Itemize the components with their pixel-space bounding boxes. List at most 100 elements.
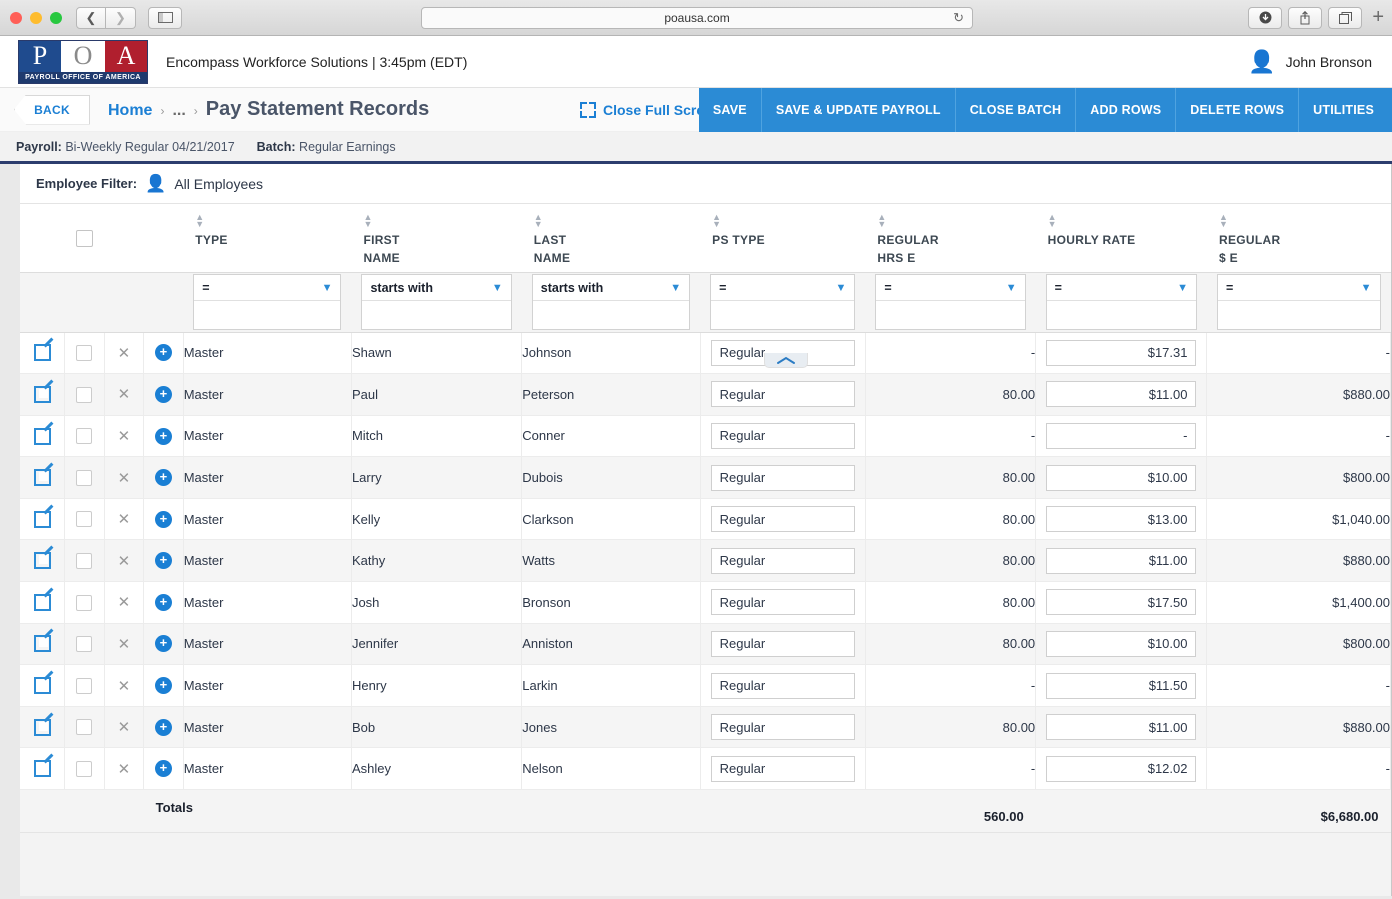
header-col-first-name[interactable]: ▲ ▼ FIRST NAME — [351, 204, 522, 273]
row-add-cell[interactable]: + — [143, 747, 184, 791]
edit-pencil-icon[interactable] — [33, 760, 51, 778]
tab-overview-icon[interactable] — [1328, 6, 1363, 29]
minimize-window-button[interactable] — [30, 11, 42, 24]
hourly-rate-input[interactable]: $17.50 — [1046, 589, 1197, 616]
cell-ps-type[interactable]: Regular — [700, 706, 866, 749]
cell-hourly-rate[interactable]: $10.00 — [1035, 456, 1208, 499]
filter-input-hourly-rate[interactable] — [1046, 301, 1196, 329]
header-col-type[interactable]: ▲ ▼ TYPE — [183, 204, 352, 273]
edit-pencil-icon[interactable] — [33, 677, 51, 695]
filter-input-type[interactable] — [194, 301, 341, 329]
filter-operator-regular-hrs[interactable]: = ▼ — [876, 275, 1025, 301]
row-remove-cell[interactable]: ✕ — [104, 623, 145, 666]
close-window-button[interactable] — [10, 11, 22, 24]
row-add-cell[interactable]: + — [143, 456, 184, 499]
row-edit-cell[interactable] — [20, 332, 66, 375]
row-remove-cell[interactable]: ✕ — [104, 539, 145, 583]
collapse-column-group-button[interactable] — [764, 353, 808, 368]
row-edit-cell[interactable] — [20, 456, 66, 499]
row-add-cell[interactable]: + — [143, 664, 184, 707]
cell-hourly-rate[interactable]: $13.00 — [1035, 498, 1208, 541]
sort-icon[interactable]: ▲ ▼ — [363, 213, 509, 229]
edit-pencil-icon[interactable] — [33, 718, 51, 736]
row-remove-cell[interactable]: ✕ — [104, 664, 145, 707]
close-x-icon[interactable]: ✕ — [118, 428, 131, 445]
url-bar[interactable]: poausa.com ↻ — [421, 6, 973, 29]
cell-hourly-rate[interactable]: $11.50 — [1035, 664, 1208, 707]
row-select-cell[interactable] — [64, 498, 105, 541]
row-add-cell[interactable]: + — [143, 415, 184, 458]
sort-icon[interactable]: ▲ ▼ — [1048, 213, 1195, 229]
row-checkbox[interactable] — [76, 511, 93, 528]
back-navigation-icon[interactable]: ❮ — [76, 6, 106, 29]
hourly-rate-input[interactable]: $10.00 — [1046, 630, 1197, 657]
back-button[interactable]: BACK — [14, 94, 90, 125]
edit-pencil-icon[interactable] — [33, 635, 51, 653]
plus-circle-icon[interactable]: + — [154, 552, 172, 570]
new-tab-button[interactable]: + — [1372, 6, 1384, 29]
save-button[interactable]: SAVE — [698, 88, 762, 132]
plus-circle-icon[interactable]: + — [154, 344, 172, 362]
row-edit-cell[interactable] — [20, 581, 66, 624]
plus-circle-icon[interactable]: + — [154, 677, 172, 695]
plus-circle-icon[interactable]: + — [154, 385, 172, 403]
cell-ps-type[interactable]: Regular — [700, 415, 866, 458]
row-add-cell[interactable]: + — [143, 332, 184, 375]
close-x-icon[interactable]: ✕ — [118, 678, 131, 695]
close-x-icon[interactable]: ✕ — [118, 470, 131, 487]
filter-input-last-name[interactable] — [532, 301, 690, 329]
close-x-icon[interactable]: ✕ — [118, 345, 131, 362]
row-select-cell[interactable] — [64, 664, 105, 707]
hourly-rate-input[interactable]: $11.50 — [1046, 672, 1197, 699]
header-col-regular-amount[interactable]: ▲ ▼ REGULAR $ E — [1206, 204, 1391, 273]
sort-icon[interactable]: ▲ ▼ — [195, 213, 339, 229]
close-x-icon[interactable]: ✕ — [118, 594, 131, 611]
row-remove-cell[interactable]: ✕ — [104, 581, 145, 624]
cell-ps-type[interactable]: Regular — [700, 498, 866, 541]
maximize-window-button[interactable] — [50, 11, 62, 24]
row-select-cell[interactable] — [64, 332, 105, 375]
row-add-cell[interactable]: + — [143, 539, 184, 583]
window-traffic-lights[interactable] — [10, 11, 62, 24]
ps-type-input[interactable]: Regular — [710, 672, 855, 699]
hourly-rate-input[interactable]: $12.02 — [1046, 755, 1197, 782]
row-select-cell[interactable] — [64, 581, 105, 624]
row-select-cell[interactable] — [64, 373, 105, 416]
header-col-regular-hrs[interactable]: ▲ ▼ REGULAR HRS E — [865, 204, 1036, 273]
sort-icon[interactable]: ▲ ▼ — [712, 213, 853, 229]
edit-pencil-icon[interactable] — [33, 510, 51, 528]
employee-filter-value[interactable]: All Employees — [174, 176, 263, 192]
plus-circle-icon[interactable]: + — [154, 427, 172, 445]
cell-ps-type[interactable]: Regular — [700, 456, 866, 499]
header-col-hourly-rate[interactable]: ▲ ▼ HOURLY RATE — [1035, 204, 1207, 273]
utilities-button[interactable]: UTILITIES — [1299, 88, 1392, 132]
row-select-cell[interactable] — [64, 623, 105, 666]
close-x-icon[interactable]: ✕ — [118, 511, 131, 528]
plus-circle-icon[interactable]: + — [154, 760, 172, 778]
select-all-checkbox[interactable] — [75, 230, 93, 247]
row-add-cell[interactable]: + — [143, 373, 184, 416]
close-batch-button[interactable]: CLOSE BATCH — [955, 88, 1077, 132]
row-edit-cell[interactable] — [20, 415, 66, 458]
cell-ps-type[interactable]: Regular — [700, 581, 866, 624]
ps-type-input[interactable]: Regular — [710, 630, 855, 657]
cell-ps-type[interactable]: Regular — [700, 664, 866, 707]
edit-pencil-icon[interactable] — [33, 552, 51, 570]
hourly-rate-input[interactable]: $10.00 — [1046, 464, 1197, 491]
cell-hourly-rate[interactable]: $11.00 — [1035, 373, 1208, 416]
cell-hourly-rate[interactable]: $10.00 — [1035, 623, 1208, 666]
ps-type-input[interactable]: Regular — [710, 506, 855, 533]
close-x-icon[interactable]: ✕ — [118, 386, 131, 403]
row-remove-cell[interactable]: ✕ — [104, 415, 145, 458]
row-remove-cell[interactable]: ✕ — [104, 706, 145, 749]
close-x-icon[interactable]: ✕ — [118, 636, 131, 653]
ps-type-input[interactable]: Regular — [710, 422, 855, 449]
row-select-cell[interactable] — [64, 747, 105, 791]
edit-pencil-icon[interactable] — [33, 385, 51, 403]
row-add-cell[interactable]: + — [143, 498, 184, 541]
plus-circle-icon[interactable]: + — [154, 635, 172, 653]
cell-hourly-rate[interactable]: $11.00 — [1035, 539, 1208, 583]
row-select-cell[interactable] — [64, 456, 105, 499]
ps-type-input[interactable]: Regular — [710, 464, 855, 491]
row-checkbox[interactable] — [76, 469, 93, 486]
